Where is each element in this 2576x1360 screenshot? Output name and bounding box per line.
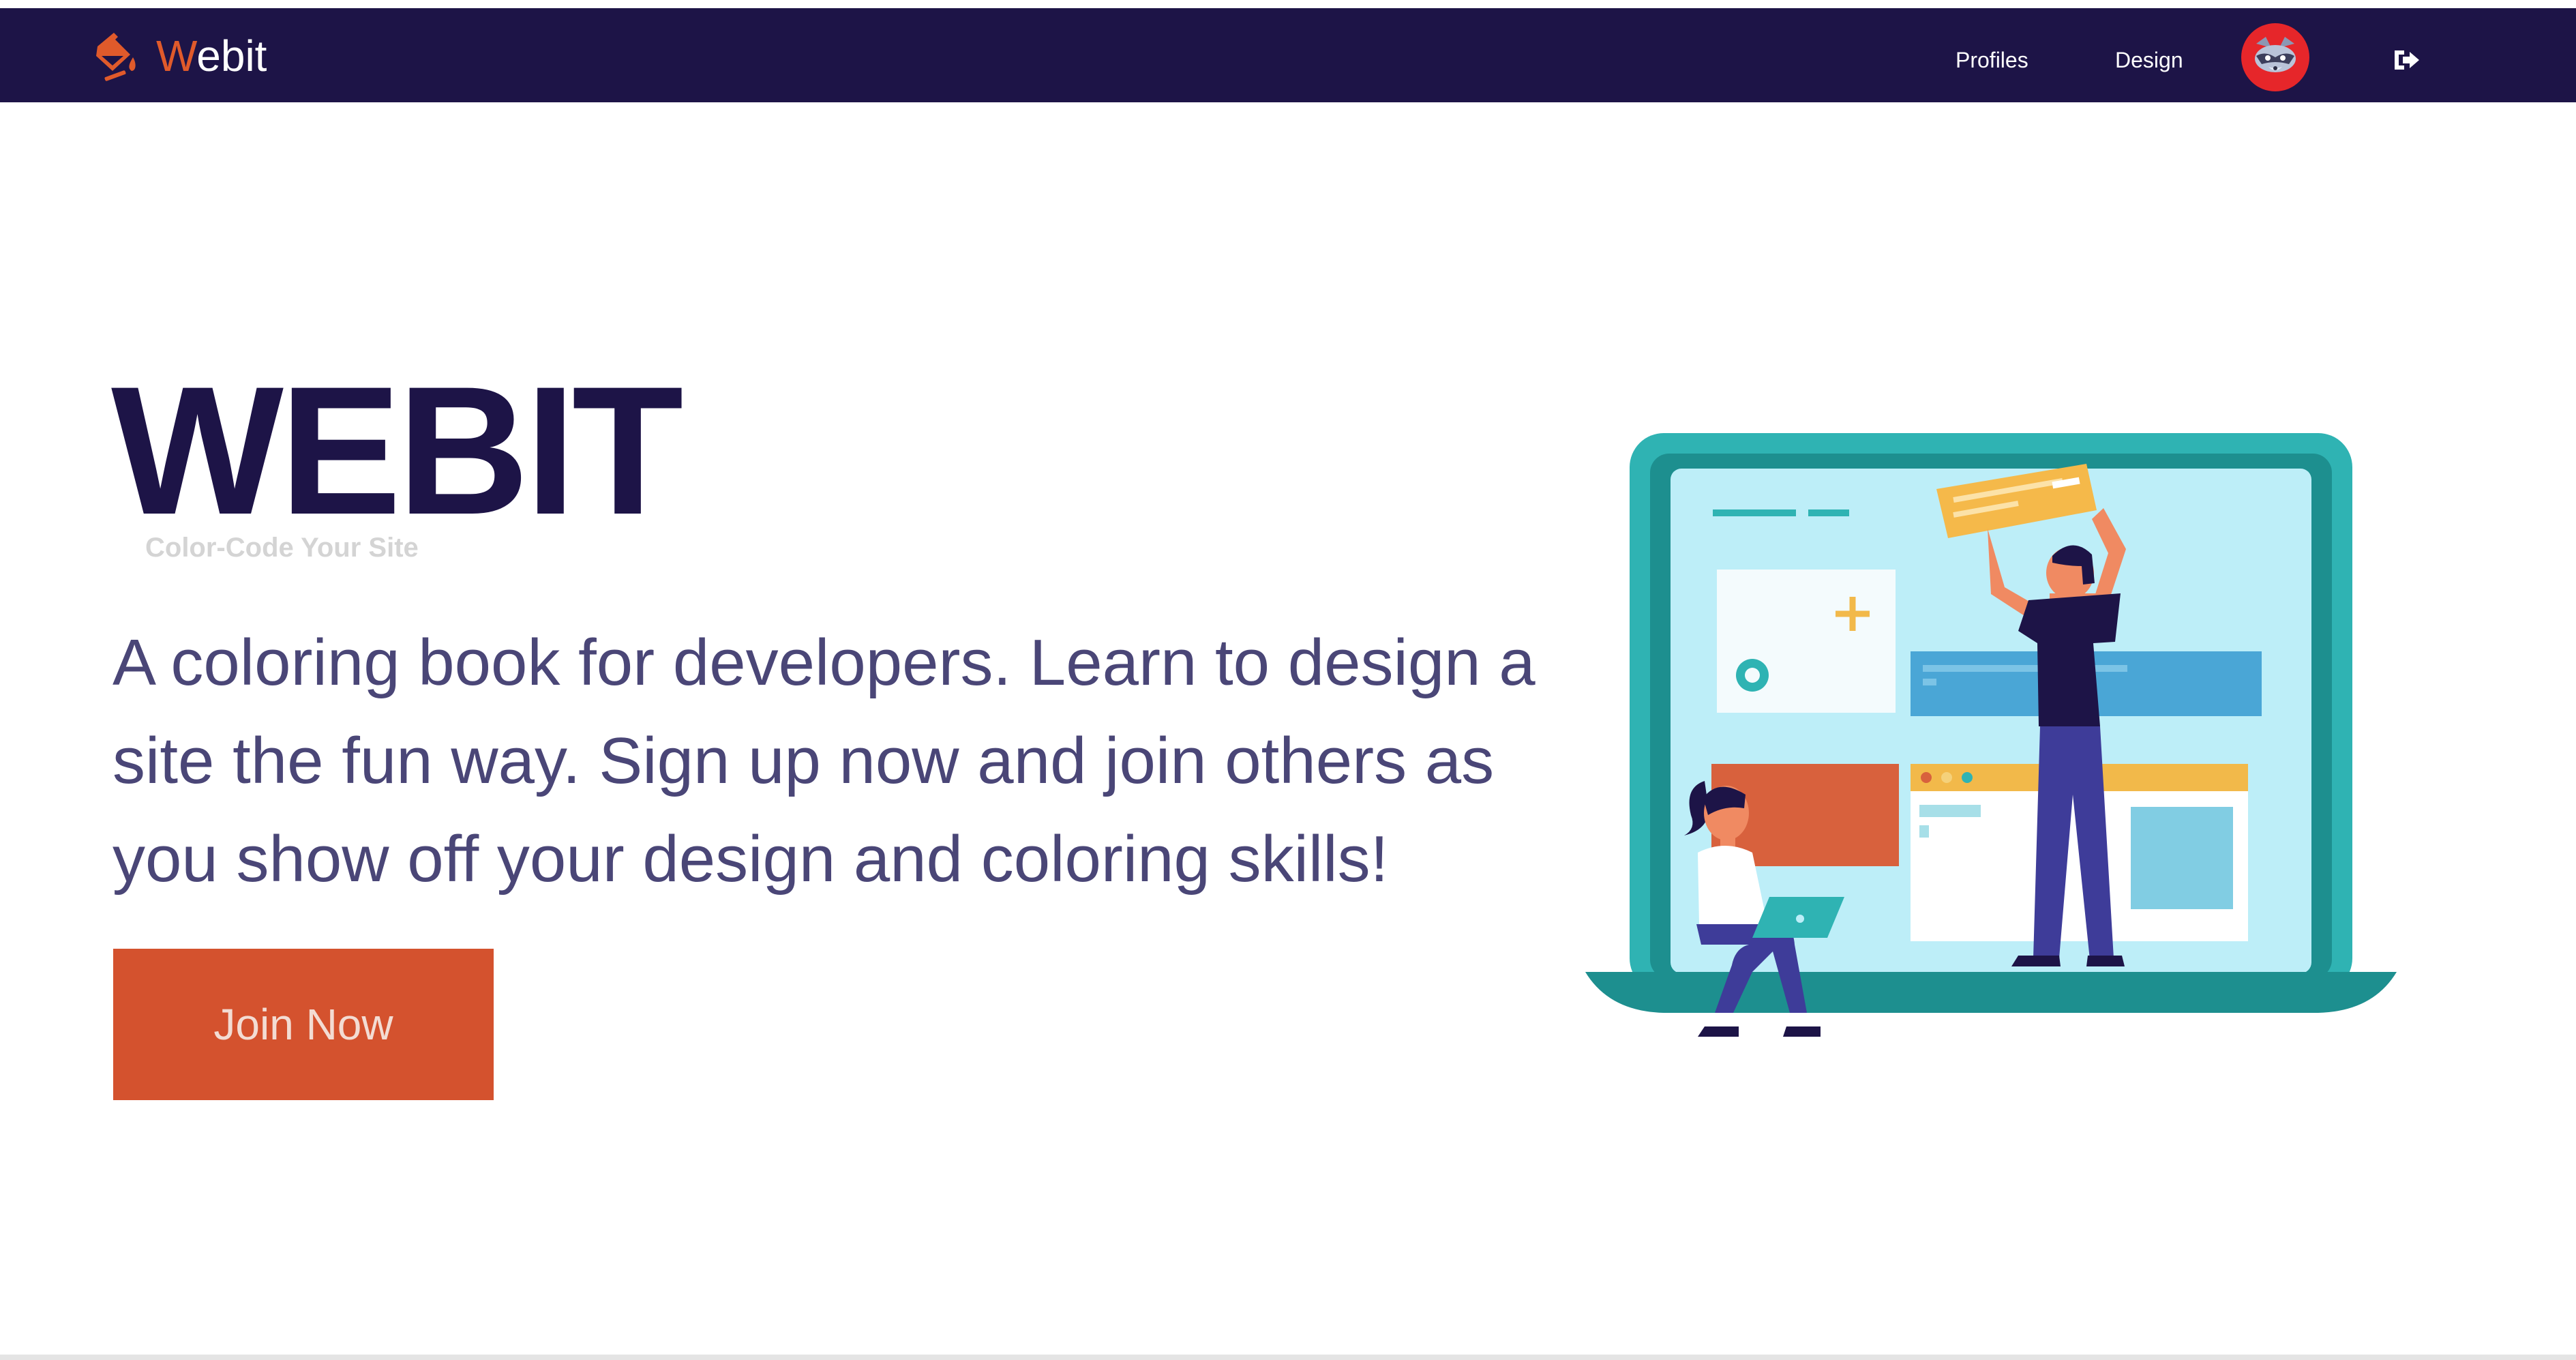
window-top-strip (0, 0, 2576, 8)
nav-link-profiles[interactable]: Profiles (1956, 46, 2028, 74)
nav-link-design[interactable]: Design (2115, 46, 2183, 74)
hero-illustration (1585, 433, 2397, 1037)
navbar: Webit Profiles Design (0, 8, 2576, 102)
raccoon-avatar-icon (2255, 37, 2296, 72)
join-now-button[interactable]: Join Now (113, 949, 494, 1100)
laptop-base (1585, 972, 2397, 1013)
paint-bucket-icon (96, 33, 136, 81)
hero-tagline: Color-Code Your Site (145, 533, 419, 563)
brand-name-rest: ebit (196, 31, 267, 80)
screen-card (1717, 570, 1896, 713)
brand-logo[interactable]: Webit (92, 29, 267, 83)
sign-out-icon[interactable] (2392, 48, 2422, 72)
brand-accent-letter: W (156, 31, 197, 80)
screen-line (1713, 509, 1796, 516)
hero-title: WEBIT (111, 348, 683, 552)
hero-description: A coloring book for developers. Learn to… (113, 626, 1536, 896)
user-avatar[interactable] (2241, 23, 2309, 91)
page-bottom-border (0, 1355, 2576, 1360)
brand-name: Webit (156, 29, 267, 83)
screen-line (1808, 509, 1849, 516)
